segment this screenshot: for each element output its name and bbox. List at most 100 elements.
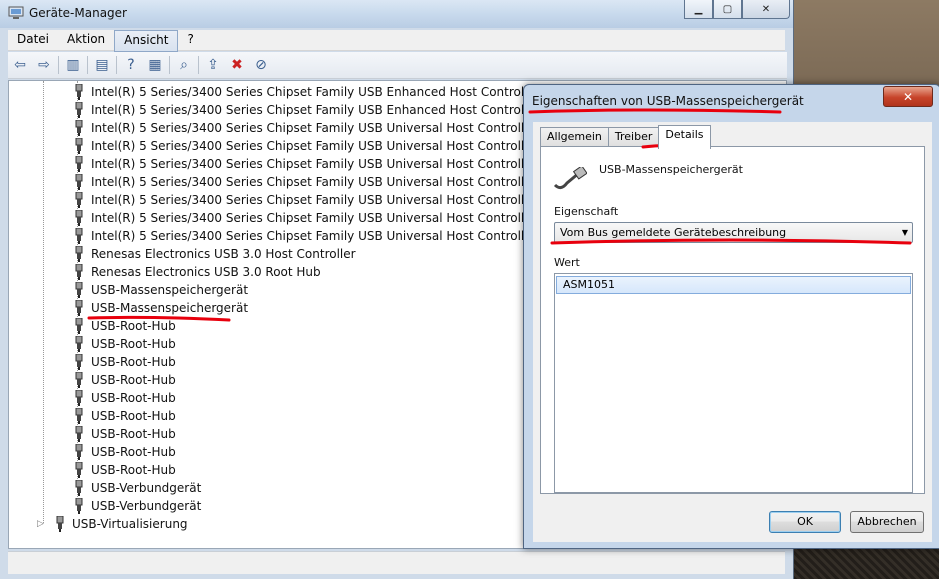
uninstall-button[interactable]: ✖ [227, 55, 247, 75]
usb-device-icon [75, 480, 83, 496]
device-manager-icon [8, 6, 24, 19]
tree-connector-line [43, 81, 44, 523]
help-button[interactable]: ? [121, 55, 141, 75]
forward-icon: ⇨ [38, 57, 50, 73]
uninstall-icon: ✖ [231, 57, 243, 73]
tree-item[interactable]: USB-Root-Hub [91, 461, 176, 479]
property-value: Vom Bus gemeldete Gerätebeschreibung [560, 226, 787, 239]
toolbar-separator [58, 56, 59, 74]
usb-device-icon [75, 390, 83, 406]
update-driver-button[interactable]: ⇪ [203, 55, 223, 75]
tree-item[interactable]: USB-Root-Hub [91, 335, 176, 353]
usb-device-icon [75, 300, 83, 316]
toolbar-separator [169, 56, 170, 74]
minimize-button[interactable]: ▁ [684, 0, 713, 19]
usb-device-icon [75, 228, 83, 244]
tree-item[interactable]: Intel(R) 5 Series/3400 Series Chipset Fa… [91, 209, 579, 227]
menu-bar: Datei Aktion Ansicht ? [8, 30, 785, 52]
usb-device-icon [75, 174, 83, 190]
dialog-title: Eigenschaften von USB-Massenspeichergerä… [532, 94, 804, 108]
tree-item[interactable]: Intel(R) 5 Series/3400 Series Chipset Fa… [91, 173, 580, 191]
device-name: USB-Massenspeichergerät [599, 163, 743, 176]
title-bar[interactable]: Geräte-Manager ▁ ▢ ✕ [0, 0, 793, 28]
scan-hardware-icon: ⌕ [180, 57, 188, 73]
usb-device-icon [75, 192, 83, 208]
tree-category[interactable]: USB-Virtualisierung [72, 515, 188, 533]
dialog-body: Allgemein Treiber Details USB-Massenspei… [533, 122, 932, 542]
toolbar-separator [198, 56, 199, 74]
usb-device-icon [75, 336, 83, 352]
properties-dialog: Eigenschaften von USB-Massenspeichergerä… [523, 84, 939, 549]
tree-item[interactable]: USB-Root-Hub [91, 353, 176, 371]
details-panel: USB-Massenspeichergerät Eigenschaft Vom … [540, 146, 925, 494]
forward-button[interactable]: ⇨ [34, 55, 54, 75]
tree-item[interactable]: USB-Root-Hub [91, 425, 176, 443]
tree-item[interactable]: USB-Massenspeichergerät [91, 281, 248, 299]
usb-device-icon [75, 498, 83, 514]
menu-datei[interactable]: Datei [8, 30, 58, 50]
usb-device-icon [75, 462, 83, 478]
disable-button[interactable]: ⊘ [251, 55, 271, 75]
tree-item[interactable]: USB-Verbundgerät [91, 479, 201, 497]
menu-aktion[interactable]: Aktion [58, 30, 114, 50]
usb-device-icon [75, 444, 83, 460]
tree-item[interactable]: Intel(R) 5 Series/3400 Series Chipset Fa… [91, 227, 580, 245]
usb-device-icon [75, 156, 83, 172]
view-button[interactable]: ▦ [145, 55, 165, 75]
tab-strip: Allgemein Treiber Details [540, 125, 711, 149]
usb-device-icon [75, 354, 83, 370]
back-button[interactable]: ⇦ [10, 55, 30, 75]
usb-device-icon [75, 318, 83, 334]
help-icon: ? [127, 57, 135, 73]
close-button[interactable]: ✕ [742, 0, 790, 19]
tree-item[interactable]: Intel(R) 5 Series/3400 Series Chipset Fa… [91, 191, 580, 209]
tree-item[interactable]: Intel(R) 5 Series/3400 Series Chipset Fa… [91, 101, 583, 119]
usb-device-icon [75, 408, 83, 424]
window-title: Geräte-Manager [29, 6, 127, 20]
tree-item[interactable]: Intel(R) 5 Series/3400 Series Chipset Fa… [91, 137, 580, 155]
usb-device-icon [75, 120, 83, 136]
usb-device-icon [75, 246, 83, 262]
value-list-item[interactable]: ASM1051 [556, 276, 911, 294]
usb-device-icon [75, 210, 83, 226]
expand-arrow-icon[interactable]: ▷ [37, 515, 44, 533]
tree-item[interactable]: Intel(R) 5 Series/3400 Series Chipset Fa… [91, 83, 584, 101]
tree-item[interactable]: USB-Root-Hub [91, 317, 176, 335]
value-text: ASM1051 [563, 278, 615, 291]
usb-device-icon [75, 426, 83, 442]
console-tree-button[interactable]: ▥ [63, 55, 83, 75]
cancel-button[interactable]: Abbrechen [850, 511, 924, 533]
usb-device-icon [75, 84, 83, 100]
usb-device-icon [75, 138, 83, 154]
tree-item[interactable]: USB-Verbundgerät [91, 497, 201, 515]
menu-ansicht[interactable]: Ansicht [114, 30, 179, 52]
usb-device-icon [56, 516, 64, 532]
console-tree-icon: ▥ [66, 57, 80, 73]
properties-button[interactable]: ▤ [92, 55, 112, 75]
tree-item[interactable]: USB-Root-Hub [91, 407, 176, 425]
tree-item[interactable]: USB-Root-Hub [91, 371, 176, 389]
tree-item[interactable]: Renesas Electronics USB 3.0 Root Hub [91, 263, 321, 281]
dialog-close-button[interactable]: ✕ [883, 86, 933, 107]
tree-item[interactable]: USB-Massenspeichergerät [91, 299, 248, 317]
menu-help[interactable]: ? [178, 30, 202, 50]
tree-item[interactable]: USB-Root-Hub [91, 389, 176, 407]
property-label: Eigenschaft [554, 205, 619, 218]
usb-device-icon [75, 102, 83, 118]
ok-button[interactable]: OK [769, 511, 841, 533]
tree-item[interactable]: Intel(R) 5 Series/3400 Series Chipset Fa… [91, 119, 580, 137]
scan-hardware-button[interactable]: ⌕ [174, 55, 194, 75]
tab-details[interactable]: Details [658, 125, 711, 149]
tree-item[interactable]: Intel(R) 5 Series/3400 Series Chipset Fa… [91, 155, 580, 173]
usb-device-icon [75, 372, 83, 388]
usb-device-icon [553, 167, 587, 190]
value-list[interactable]: ASM1051 [554, 273, 913, 493]
property-select[interactable]: Vom Bus gemeldete Gerätebeschreibung ▼ [554, 222, 913, 243]
tree-item[interactable]: Renesas Electronics USB 3.0 Host Control… [91, 245, 356, 263]
usb-device-icon [75, 264, 83, 280]
toolbar-separator [87, 56, 88, 74]
maximize-button[interactable]: ▢ [713, 0, 742, 19]
tree-item[interactable]: USB-Root-Hub [91, 443, 176, 461]
close-icon: ✕ [902, 89, 914, 104]
back-icon: ⇦ [14, 57, 26, 73]
